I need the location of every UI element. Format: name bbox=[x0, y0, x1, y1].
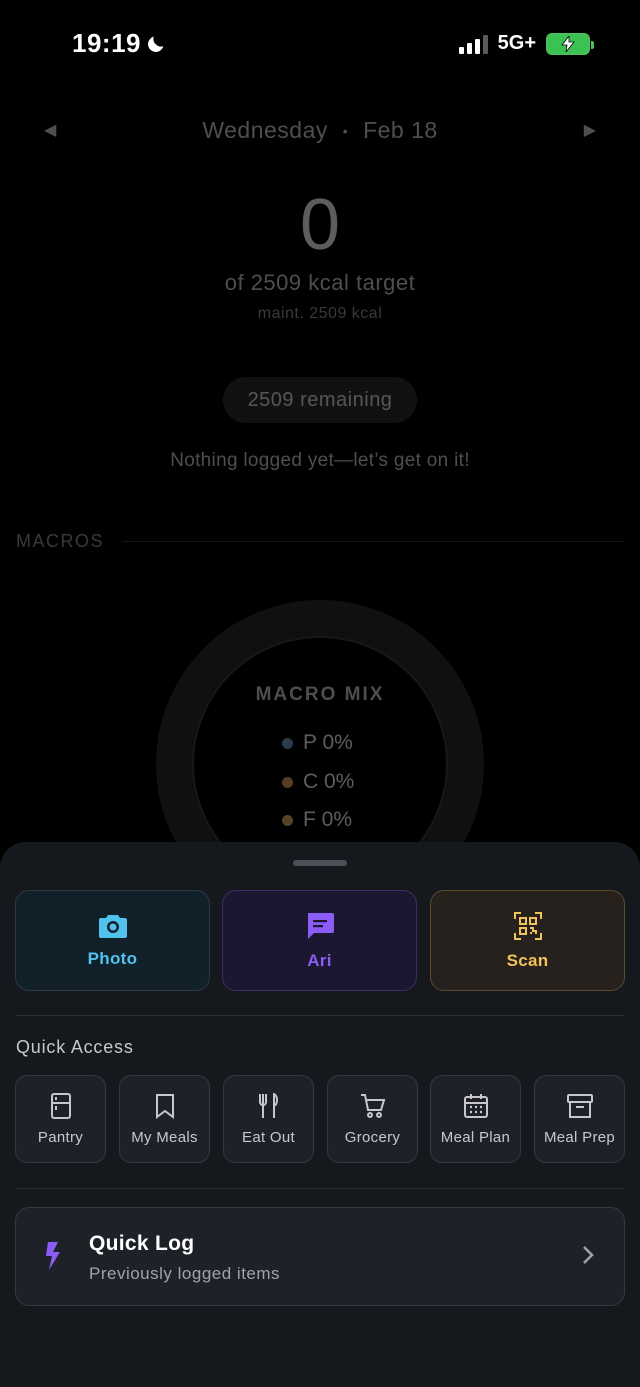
macro-protein: P 0% bbox=[282, 731, 353, 755]
cart-icon bbox=[360, 1093, 385, 1118]
macro-mix-title: MACRO MIX bbox=[255, 684, 385, 705]
qr-scan-icon bbox=[513, 911, 542, 940]
archive-box-icon bbox=[566, 1093, 593, 1118]
macros-section-label: MACROS bbox=[16, 531, 105, 551]
chat-icon bbox=[307, 912, 334, 939]
ari-label: Ari bbox=[307, 950, 332, 970]
prev-day-button[interactable]: ◀ bbox=[44, 120, 56, 140]
quick-access-meal-plan[interactable]: Meal Plan bbox=[430, 1075, 521, 1163]
kcal-target-text: of 2509 kcal target bbox=[224, 270, 416, 295]
quick-access-grocery[interactable]: Grocery bbox=[327, 1075, 418, 1163]
photo-label: Photo bbox=[87, 948, 138, 968]
camera-icon bbox=[98, 914, 127, 938]
sheet-divider-2 bbox=[15, 1188, 625, 1189]
log-bottom-sheet: Photo Ari Scan Quick Access Pantry My Me bbox=[0, 842, 640, 1387]
scan-button[interactable]: Scan bbox=[430, 890, 625, 991]
protein-dot-icon bbox=[282, 737, 293, 749]
utensils-icon bbox=[258, 1092, 278, 1118]
section-divider bbox=[122, 541, 624, 542]
fridge-icon bbox=[50, 1092, 71, 1119]
date-navigator: ◀ Wednesday • Feb 18 ▶ bbox=[0, 112, 640, 148]
carbs-dot-icon bbox=[282, 776, 293, 788]
chevron-right-icon bbox=[583, 1246, 594, 1264]
maintenance-text: maint. 2509 kcal bbox=[257, 305, 383, 322]
ari-button[interactable]: Ari bbox=[222, 890, 417, 991]
macro-fat: F 0% bbox=[282, 808, 352, 832]
photo-button[interactable]: Photo bbox=[15, 890, 210, 991]
quick-access-my-meals[interactable]: My Meals bbox=[119, 1075, 210, 1163]
date-label: Wednesday • Feb 18 bbox=[202, 116, 438, 143]
calendar-icon bbox=[463, 1093, 488, 1118]
quick-access-pantry[interactable]: Pantry bbox=[15, 1075, 106, 1163]
empty-log-message: Nothing logged yet—let’s get on it! bbox=[170, 450, 470, 471]
kcal-consumed: 0 bbox=[299, 185, 341, 265]
sheet-drag-handle[interactable] bbox=[293, 860, 347, 866]
quick-access-eat-out[interactable]: Eat Out bbox=[223, 1075, 314, 1163]
quick-access-title: Quick Access bbox=[16, 1037, 134, 1057]
fat-dot-icon bbox=[282, 814, 293, 826]
next-day-button[interactable]: ▶ bbox=[584, 120, 596, 140]
quick-log-subtitle: Previously logged items bbox=[89, 1264, 281, 1283]
quick-log-title: Quick Log bbox=[89, 1232, 195, 1255]
lightning-icon bbox=[46, 1242, 60, 1270]
remaining-badge: 2509 remaining bbox=[223, 377, 417, 423]
sheet-divider bbox=[15, 1015, 625, 1016]
scan-label: Scan bbox=[506, 950, 549, 970]
macro-carbs: C 0% bbox=[282, 770, 354, 794]
quick-log-button[interactable]: Quick Log Previously logged items bbox=[15, 1207, 625, 1306]
bookmark-icon bbox=[155, 1093, 174, 1119]
quick-access-meal-prep[interactable]: Meal Prep bbox=[534, 1075, 625, 1163]
